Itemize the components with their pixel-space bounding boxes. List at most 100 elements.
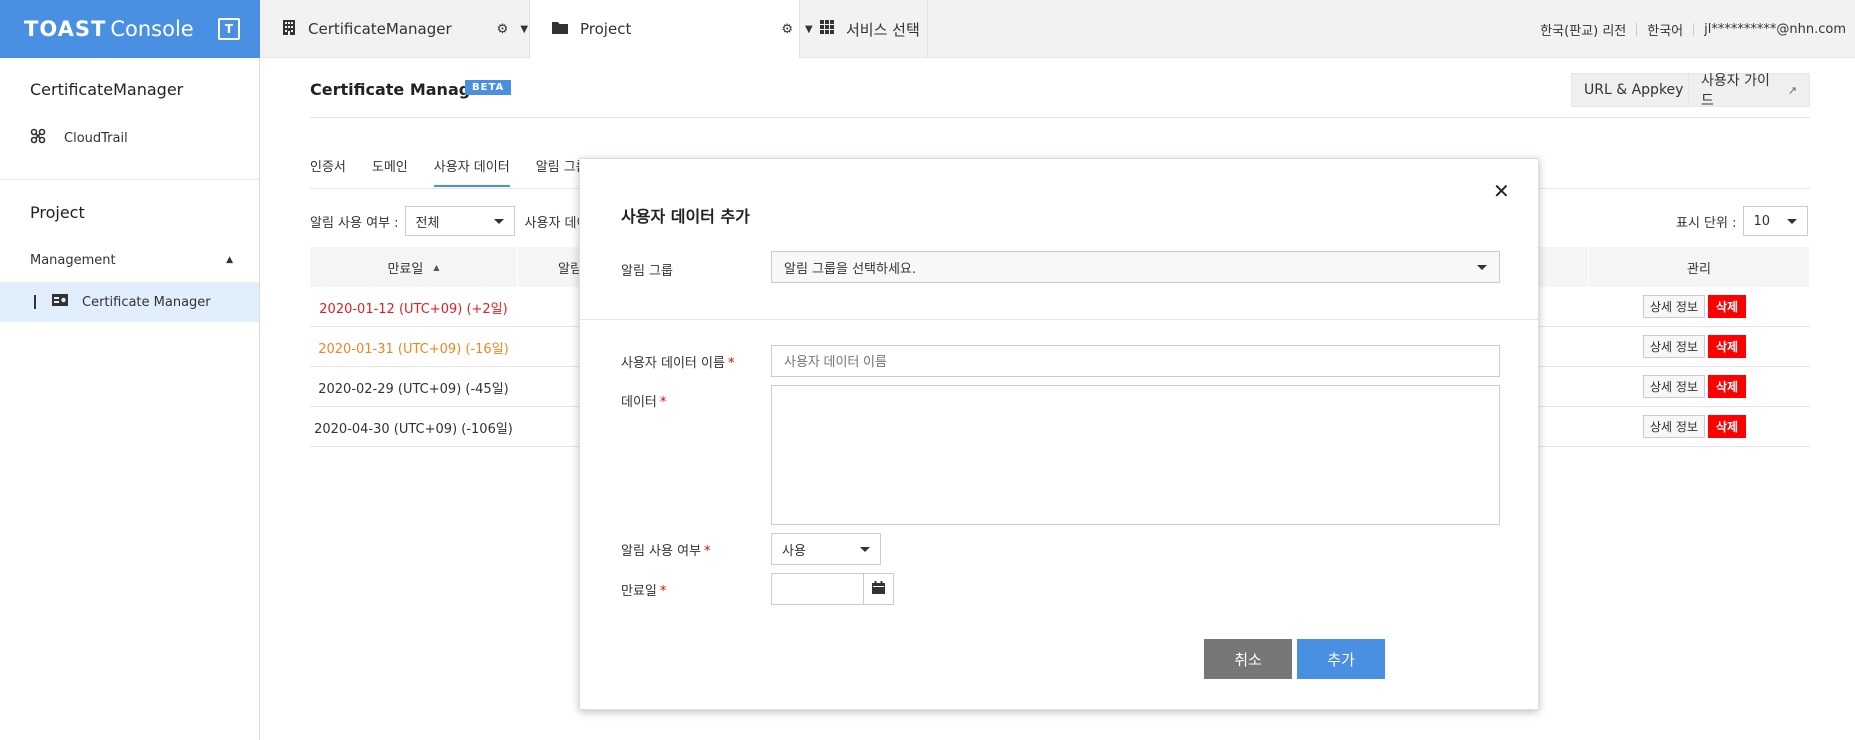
delete-button[interactable]: 삭제	[1707, 375, 1747, 398]
certificate-icon	[52, 294, 68, 310]
detail-button[interactable]: 상세 정보	[1643, 375, 1705, 398]
user-account[interactable]: jl**********@nhn.com	[1704, 22, 1846, 37]
add-button[interactable]: 추가	[1297, 639, 1385, 679]
expire-date: 2020-01-12 (UTC+09) (+2일)	[319, 301, 508, 317]
expire-date-input[interactable]	[771, 573, 864, 605]
calendar-icon	[872, 580, 885, 598]
tab-certificatemanager[interactable]: CertificateManager ⚙ ▼	[260, 0, 530, 58]
row-actions: 상세 정보 삭제	[1643, 375, 1747, 398]
modal-title: 사용자 데이터 추가	[621, 207, 750, 226]
tab-service-select[interactable]: 서비스 선택	[800, 0, 928, 58]
data-label: 데이터 *	[621, 391, 666, 410]
caret-down-icon	[1786, 218, 1797, 224]
sidebar-section-title: CertificateManager	[30, 80, 184, 99]
expire-date: 2020-01-31 (UTC+09) (-16일)	[318, 341, 509, 357]
column-manage: 관리	[1588, 247, 1810, 287]
sidebar-section-title: Project	[30, 203, 85, 222]
expire-date: 2020-02-29 (UTC+09) (-45일)	[318, 381, 509, 397]
external-link-icon: ↗	[1787, 83, 1797, 97]
page-title: Certificate Manager	[310, 80, 489, 99]
region-selector[interactable]: 한국(판교) 리전	[1540, 20, 1626, 39]
sort-icon[interactable]: ▲	[433, 263, 439, 272]
tab-domain[interactable]: 도메인	[372, 156, 408, 187]
logo-console-text: Console	[110, 17, 194, 41]
row-actions: 상세 정보 삭제	[1643, 295, 1747, 318]
active-indicator	[34, 295, 36, 309]
logo-toast-text: TOAST	[24, 17, 107, 41]
delete-button[interactable]: 삭제	[1707, 335, 1747, 358]
divider	[1693, 22, 1695, 36]
caret-down-icon	[493, 218, 504, 224]
alert-use-modal-select[interactable]: 사용	[771, 533, 881, 565]
folder-icon	[552, 20, 568, 38]
field-label: 만료일	[621, 584, 657, 599]
data-textarea[interactable]	[771, 385, 1500, 525]
org-badge-icon[interactable]: T	[218, 18, 240, 40]
language-selector[interactable]: 한국어	[1647, 20, 1683, 39]
delete-button[interactable]: 삭제	[1707, 415, 1747, 438]
divider	[310, 117, 1810, 118]
user-data-name-input[interactable]	[771, 345, 1500, 377]
url-appkey-button[interactable]: URL & Appkey	[1571, 73, 1697, 107]
close-icon[interactable]: ✕	[1493, 179, 1510, 203]
divider	[0, 179, 259, 180]
column-expire[interactable]: 만료일 ▲	[310, 247, 518, 287]
caret-down-icon	[1477, 264, 1487, 270]
delete-button[interactable]: 삭제	[1707, 295, 1747, 318]
sidebar-item-cloudtrail[interactable]: CloudTrail	[0, 118, 259, 158]
detail-button[interactable]: 상세 정보	[1643, 415, 1705, 438]
sidebar-group-label: Management	[30, 252, 116, 268]
expire-date-label: 만료일 *	[621, 580, 666, 599]
tab-label: CertificateManager	[308, 20, 452, 38]
select-value: 전체	[415, 215, 440, 231]
display-label: 표시 단위 :	[1676, 215, 1737, 231]
display-unit-select[interactable]: 10	[1742, 206, 1808, 236]
console-logo[interactable]: TOAST Console T	[0, 0, 260, 58]
column-label: 만료일	[387, 261, 424, 277]
top-bar: TOAST Console T CertificateManager ⚙ ▼ P…	[0, 0, 1855, 58]
column-label: 관리	[1687, 261, 1711, 277]
user-guide-button[interactable]: 사용자 가이드 ↗	[1688, 73, 1810, 109]
tab-user-data[interactable]: 사용자 데이터	[433, 156, 510, 187]
add-user-data-modal: ✕ 사용자 데이터 추가 알림 그룹 알림 그룹을 선택하세요. 사용자 데이터…	[579, 158, 1539, 710]
sidebar-group-management[interactable]: Management ▲	[0, 240, 259, 280]
select-value: 사용	[782, 543, 806, 559]
detail-button[interactable]: 상세 정보	[1643, 335, 1705, 358]
gear-icon[interactable]: ⚙	[497, 22, 509, 37]
detail-button[interactable]: 상세 정보	[1643, 295, 1705, 318]
select-value: 10	[1753, 213, 1771, 229]
building-icon	[282, 19, 296, 39]
alert-use-filter: 알림 사용 여부 : 전체 사용자 데이터	[310, 206, 600, 236]
field-label: 데이터	[621, 395, 657, 410]
required-mark: *	[704, 544, 711, 559]
cloudtrail-icon	[30, 128, 46, 148]
alert-use-select[interactable]: 전체	[404, 206, 515, 236]
tab-certificate[interactable]: 인증서	[310, 156, 346, 187]
sidebar-item-label: CloudTrail	[64, 130, 128, 146]
alert-group-select[interactable]: 알림 그룹을 선택하세요.	[771, 251, 1500, 283]
cancel-button[interactable]: 취소	[1204, 639, 1292, 679]
grid-icon	[820, 20, 834, 38]
beta-badge: BETA	[465, 80, 512, 95]
divider	[580, 319, 1538, 320]
calendar-button[interactable]	[863, 573, 894, 605]
field-label: 사용자 데이터 이름	[621, 356, 725, 371]
user-data-name-label: 사용자 데이터 이름 *	[621, 352, 734, 371]
select-placeholder: 알림 그룹을 선택하세요.	[784, 261, 916, 277]
alert-use-label: 알림 사용 여부 *	[621, 540, 711, 559]
sidebar-item-certificate-manager[interactable]: Certificate Manager	[0, 282, 259, 322]
display-unit-filter: 표시 단위 : 10	[1676, 206, 1808, 236]
field-label: 알림 사용 여부	[621, 544, 702, 559]
required-mark: *	[727, 356, 735, 371]
required-mark: *	[659, 395, 667, 410]
required-mark: *	[659, 584, 667, 599]
tab-project[interactable]: Project ⚙ ▼	[530, 0, 813, 58]
expire-date: 2020-04-30 (UTC+09) (-106일)	[314, 421, 513, 437]
sidebar: CertificateManager CloudTrail Project Ma…	[0, 58, 260, 740]
gear-icon[interactable]: ⚙	[781, 22, 793, 37]
filter-label: 알림 사용 여부 :	[310, 215, 399, 231]
user-guide-label: 사용자 가이드	[1701, 73, 1770, 109]
chevron-down-icon[interactable]: ▼	[520, 24, 528, 35]
caret-down-icon	[860, 546, 870, 552]
tab-label: 서비스 선택	[846, 20, 920, 39]
